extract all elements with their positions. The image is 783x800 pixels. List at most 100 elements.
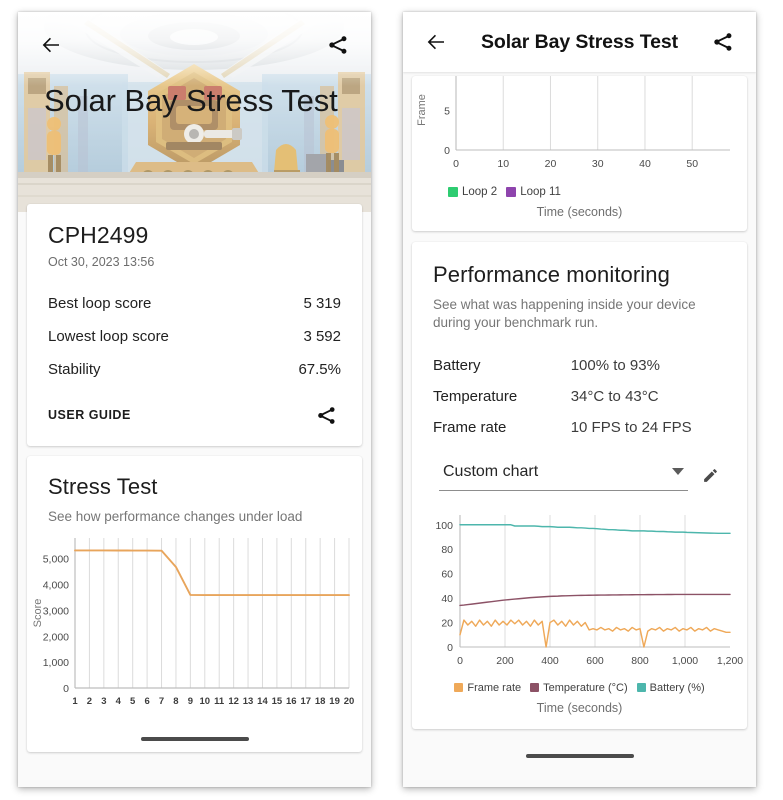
row-value: 34°C to 43°C: [570, 387, 659, 405]
stress-test-subtitle: See how performance changes under load: [48, 509, 303, 524]
gesture-nav-pill[interactable]: [525, 753, 634, 758]
arrow-left-icon: [42, 37, 59, 53]
svg-text:17: 17: [300, 696, 311, 707]
svg-text:20: 20: [344, 696, 355, 707]
svg-text:8: 8: [173, 696, 178, 707]
row-label: Frame rate: [433, 418, 507, 436]
gesture-nav-bar: [27, 726, 362, 752]
row-value: 3 592: [303, 328, 341, 345]
hero-share-button[interactable]: [323, 30, 353, 60]
loop-frame-card: 0 5 0 10 20 30 40 50 Frame Loop 2 Loop 11 Time (…: [412, 76, 747, 231]
result-card: CPH2499 Oct 30, 2023 13:56 Best loop sco…: [27, 204, 362, 446]
svg-text:16: 16: [286, 696, 297, 707]
table-row: Battery 100% to 93%: [433, 350, 726, 381]
svg-text:0: 0: [453, 158, 459, 170]
svg-text:12: 12: [228, 696, 239, 707]
row-label: Stability: [48, 361, 101, 378]
stress-test-card: Stress Test See how performance changes …: [27, 456, 362, 752]
svg-text:1: 1: [72, 696, 78, 707]
svg-text:3,000: 3,000: [43, 605, 69, 617]
legend-swatch-temperature: [530, 683, 540, 693]
svg-text:14: 14: [257, 696, 268, 707]
svg-text:3: 3: [101, 696, 106, 707]
page-title: Solar Bay Stress Test: [481, 30, 678, 53]
svg-text:60: 60: [441, 569, 453, 581]
svg-text:1,000: 1,000: [43, 657, 69, 669]
share-icon: [317, 406, 335, 424]
run-timestamp: Oct 30, 2023 13:56: [48, 255, 155, 269]
legend-label: Frame rate: [467, 681, 522, 694]
svg-text:15: 15: [272, 696, 283, 707]
svg-text:200: 200: [496, 655, 514, 667]
svg-text:4,000: 4,000: [43, 580, 69, 592]
table-row: Best loop score 5 319: [48, 287, 341, 320]
svg-text:7: 7: [159, 696, 164, 707]
custom-chart[interactable]: 0 20 40 60 80 100 0 200 400 600 800 1,000 1,200: [412, 505, 747, 680]
svg-text:0: 0: [447, 642, 453, 654]
loop-frame-chart[interactable]: 0 5 0 10 20 30 40 50 Frame: [412, 76, 747, 184]
row-label: Best loop score: [48, 295, 152, 312]
left-phone-panel: Solar Bay Stress Test CPH2499 Oct 30, 20…: [18, 12, 371, 787]
svg-text:11: 11: [214, 696, 225, 707]
stress-test-title: Stress Test: [48, 474, 158, 499]
svg-text:400: 400: [541, 655, 559, 667]
svg-text:Score: Score: [32, 599, 44, 628]
gesture-nav-pill[interactable]: [140, 736, 249, 741]
svg-text:1,000: 1,000: [672, 655, 698, 667]
svg-text:5: 5: [444, 106, 450, 118]
legend-item: Frame rate: [454, 682, 521, 694]
user-guide-link[interactable]: USER GUIDE: [48, 408, 131, 422]
hero-toolbar: [18, 12, 371, 78]
back-button[interactable]: [421, 27, 451, 57]
row-label: Temperature: [433, 387, 518, 405]
share-icon: [329, 36, 347, 54]
table-row: Temperature 34°C to 43°C: [433, 381, 726, 412]
legend-item: Battery (%): [636, 682, 705, 694]
custom-chart-x-caption: Time (seconds): [536, 700, 623, 715]
chart-type-select[interactable]: Custom chart: [439, 461, 688, 491]
loop-chart-x-caption: Time (seconds): [536, 205, 623, 219]
svg-text:0: 0: [444, 145, 450, 157]
screenshot-stage: Solar Bay Stress Test CPH2499 Oct 30, 20…: [0, 0, 783, 800]
back-button[interactable]: [36, 30, 66, 60]
score-rows: Best loop score 5 319 Lowest loop score …: [48, 287, 341, 386]
chart-type-value: Custom chart: [443, 462, 539, 480]
table-row: Frame rate 10 FPS to 24 FPS: [433, 412, 726, 443]
share-icon: [714, 33, 732, 51]
svg-text:80: 80: [441, 544, 453, 556]
chevron-down-icon: [672, 468, 684, 476]
row-value: 10 FPS to 24 FPS: [570, 418, 692, 436]
svg-text:20: 20: [441, 617, 453, 629]
app-toolbar: Solar Bay Stress Test: [403, 12, 756, 72]
svg-text:40: 40: [441, 593, 453, 605]
svg-text:19: 19: [329, 696, 340, 707]
arrow-left-icon: [427, 34, 444, 50]
loop-chart-legend: Loop 2 Loop 11: [412, 186, 747, 198]
legend-swatch-frame-rate: [454, 683, 464, 693]
svg-text:2,000: 2,000: [43, 631, 69, 643]
loop-frame-chart-svg: 050 10 20 30 40 50Frame: [416, 76, 730, 170]
svg-text:600: 600: [586, 655, 604, 667]
svg-text:40: 40: [639, 158, 651, 170]
device-model: CPH2499: [48, 222, 149, 248]
toolbar-share-button[interactable]: [708, 27, 738, 57]
legend-swatch-loop2: [448, 187, 458, 197]
svg-text:Frame: Frame: [416, 94, 428, 126]
performance-rows: Battery 100% to 93% Temperature 34°C to …: [433, 350, 726, 443]
edit-chart-button[interactable]: [698, 464, 722, 488]
svg-text:2: 2: [87, 696, 92, 707]
stress-test-chart[interactable]: 0 1,000 2,000 3,000 4,000 5,000 Score 1 2 3 4 5 6 7 8 9…: [27, 530, 362, 726]
gesture-nav-bar: [403, 743, 756, 769]
svg-text:10: 10: [497, 158, 509, 170]
legend-swatch-battery: [636, 683, 646, 693]
performance-monitoring-card: Performance monitoring See what was happ…: [412, 242, 747, 729]
svg-text:5,000: 5,000: [43, 554, 69, 566]
result-share-button[interactable]: [311, 400, 341, 430]
stress-test-chart-svg: 01,0002,0003,0004,0005,000Score1 2 3 4 5 6 7 8 9…: [32, 537, 355, 707]
svg-text:800: 800: [631, 655, 649, 667]
svg-text:10: 10: [200, 696, 211, 707]
hero-title: Solar Bay Stress Test: [44, 83, 338, 118]
performance-title: Performance monitoring: [433, 262, 670, 287]
row-value: 67.5%: [298, 361, 341, 378]
user-guide-row: USER GUIDE: [48, 386, 341, 432]
